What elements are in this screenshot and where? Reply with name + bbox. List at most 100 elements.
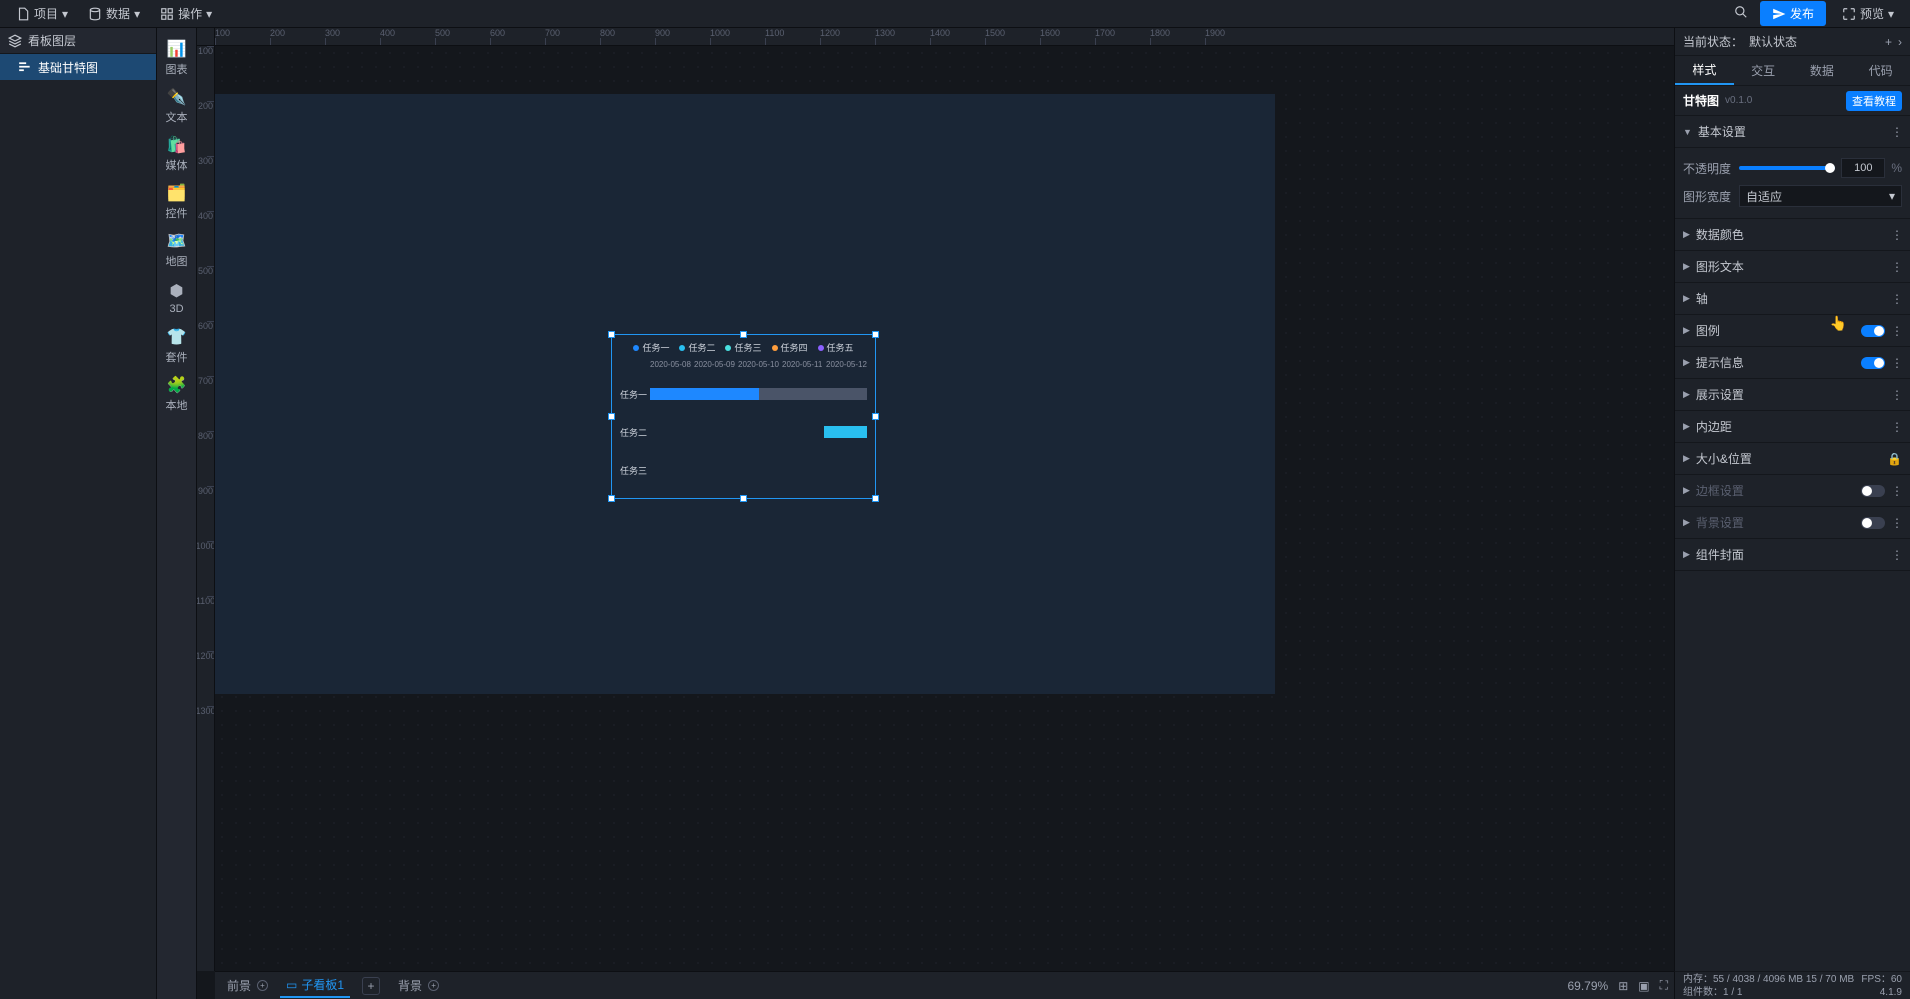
search-icon bbox=[1734, 5, 1748, 19]
gantt-legend: 任务一任务二任务三任务四任务五 bbox=[620, 341, 867, 354]
tutorial-button[interactable]: 查看教程 bbox=[1846, 91, 1902, 111]
actual-size-icon[interactable]: ⛶ bbox=[1660, 978, 1668, 993]
preview-button[interactable]: 预览 ▾ bbox=[1834, 1, 1902, 26]
more-icon[interactable]: ⋮ bbox=[1891, 260, 1902, 274]
opacity-input[interactable] bbox=[1841, 158, 1885, 178]
property-sections: ▼ 基本设置 ⋮ 不透明度 % 图形宽度 自适应 ▾ bbox=[1675, 116, 1910, 999]
layer-item-gantt[interactable]: 基础甘特图 bbox=[0, 54, 156, 80]
selection-box[interactable]: 任务一任务二任务三任务四任务五 2020-05-082020-05-092020… bbox=[611, 334, 876, 499]
caret-right-icon: ▶ bbox=[1683, 389, 1690, 400]
more-icon[interactable]: ⋮ bbox=[1891, 484, 1902, 498]
section-tooltip[interactable]: ▶提示信息⋮ bbox=[1675, 347, 1910, 379]
layer-panel-header[interactable]: 看板图层 bbox=[0, 28, 156, 54]
data-label: 数据 bbox=[106, 5, 130, 22]
iconbar-text[interactable]: ✒️文本 bbox=[157, 82, 197, 130]
gantt-icon bbox=[18, 60, 32, 74]
section-border[interactable]: ▶边框设置⋮ bbox=[1675, 475, 1910, 507]
caret-right-icon: ▶ bbox=[1683, 357, 1690, 368]
search-button[interactable] bbox=[1730, 1, 1752, 26]
lock-icon[interactable]: 🔒 bbox=[1887, 452, 1902, 466]
gantt-chart: 任务一任务二任务三任务四任务五 2020-05-082020-05-092020… bbox=[612, 335, 875, 498]
component-icon-bar: 📊图表 ✒️文本 🛍️媒体 🗂️控件 🗺️地图 ⬢3D 👕套件 🧩本地 bbox=[157, 28, 197, 999]
tab-interaction[interactable]: 交互 bbox=[1734, 56, 1793, 85]
tooltip-toggle[interactable] bbox=[1861, 357, 1885, 369]
section-graphtext[interactable]: ▶图形文本⋮ bbox=[1675, 251, 1910, 283]
canvas-viewport[interactable]: 任务一任务二任务三任务四任务五 2020-05-082020-05-092020… bbox=[215, 46, 1674, 971]
state-label: 当前状态： bbox=[1683, 33, 1743, 50]
bottom-tab-bar: 前景+ ▭子看板1 + 背景+ 69.79% ⊞ ▣ ⛶ bbox=[215, 971, 1674, 999]
layer-panel: 看板图层 基础甘特图 bbox=[0, 28, 157, 999]
more-icon[interactable]: ⋮ bbox=[1891, 420, 1902, 434]
project-menu[interactable]: 项目 ▾ bbox=[8, 2, 76, 25]
section-datacolor[interactable]: ▶数据颜色⋮ bbox=[1675, 219, 1910, 251]
chevron-right-icon[interactable]: › bbox=[1898, 35, 1902, 49]
section-legend[interactable]: ▶图例⋮ bbox=[1675, 315, 1910, 347]
iconbar-3d[interactable]: ⬢3D bbox=[157, 274, 197, 322]
width-select[interactable]: 自适应 ▾ bbox=[1739, 185, 1902, 207]
legend-toggle[interactable] bbox=[1861, 325, 1885, 337]
bg-toggle[interactable] bbox=[1861, 517, 1885, 529]
cube-icon: ⬢ bbox=[170, 281, 184, 301]
media-icon: 🛍️ bbox=[167, 135, 187, 155]
tab-data[interactable]: 数据 bbox=[1793, 56, 1852, 85]
fit-screen-icon[interactable]: ▣ bbox=[1638, 979, 1649, 993]
more-icon[interactable]: ⋮ bbox=[1891, 228, 1902, 242]
tab-style[interactable]: 样式 bbox=[1675, 56, 1734, 85]
caret-right-icon: ▶ bbox=[1683, 229, 1690, 240]
board-icon: ▭ bbox=[286, 978, 297, 992]
fit-width-icon[interactable]: ⊞ bbox=[1618, 979, 1628, 993]
file-icon bbox=[16, 7, 30, 21]
more-icon[interactable]: ⋮ bbox=[1891, 516, 1902, 530]
section-cover[interactable]: ▶组件封面⋮ bbox=[1675, 539, 1910, 571]
iconbar-media[interactable]: 🛍️媒体 bbox=[157, 130, 197, 178]
section-padding[interactable]: ▶内边距⋮ bbox=[1675, 411, 1910, 443]
layer-item-label: 基础甘特图 bbox=[38, 59, 98, 76]
tab-foreground[interactable]: 前景+ bbox=[221, 974, 274, 997]
status-bar: 内存：55 / 4038 / 4096 MB 15 / 70 MB FPS：60… bbox=[1674, 971, 1910, 999]
section-basic[interactable]: ▼ 基本设置 ⋮ bbox=[1675, 116, 1910, 148]
iconbar-chart[interactable]: 📊图表 bbox=[157, 34, 197, 82]
caret-right-icon: ▶ bbox=[1683, 549, 1690, 560]
section-display[interactable]: ▶展示设置⋮ bbox=[1675, 379, 1910, 411]
section-axis[interactable]: ▶轴⋮ bbox=[1675, 283, 1910, 315]
data-menu[interactable]: 数据 ▾ bbox=[80, 2, 148, 25]
border-toggle[interactable] bbox=[1861, 485, 1885, 497]
more-icon[interactable]: ⋮ bbox=[1891, 125, 1902, 139]
add-circle-icon[interactable]: + bbox=[257, 980, 268, 991]
chevron-down-icon: ▾ bbox=[62, 7, 68, 21]
layer-header-label: 看板图层 bbox=[28, 32, 76, 49]
caret-right-icon: ▶ bbox=[1683, 261, 1690, 272]
more-icon[interactable]: ⋮ bbox=[1891, 388, 1902, 402]
more-icon[interactable]: ⋮ bbox=[1891, 324, 1902, 338]
top-right-group: 发布 预览 ▾ bbox=[1730, 1, 1902, 26]
more-icon[interactable]: ⋮ bbox=[1891, 292, 1902, 306]
opacity-slider[interactable] bbox=[1739, 166, 1835, 170]
section-sizepos[interactable]: ▶大小&位置🔒 bbox=[1675, 443, 1910, 475]
add-tab-button[interactable]: + bbox=[362, 977, 380, 995]
ruler-vertical[interactable]: 1002003004005006007008009001000110012001… bbox=[197, 46, 215, 971]
operation-menu[interactable]: 操作 ▾ bbox=[152, 2, 220, 25]
tab-code[interactable]: 代码 bbox=[1851, 56, 1910, 85]
caret-right-icon: ▶ bbox=[1683, 517, 1690, 528]
component-version: v0.1.0 bbox=[1725, 95, 1752, 106]
more-icon[interactable]: ⋮ bbox=[1891, 548, 1902, 562]
iconbar-control[interactable]: 🗂️控件 bbox=[157, 178, 197, 226]
send-icon bbox=[1772, 7, 1786, 21]
add-state-button[interactable]: + bbox=[1885, 35, 1892, 49]
slider-thumb[interactable] bbox=[1825, 163, 1835, 173]
tab-background[interactable]: 背景+ bbox=[392, 974, 445, 997]
chevron-down-icon: ▾ bbox=[1889, 189, 1895, 203]
chevron-down-icon: ▾ bbox=[134, 7, 140, 21]
add-circle-icon[interactable]: + bbox=[428, 980, 439, 991]
width-row: 图形宽度 自适应 ▾ bbox=[1683, 182, 1902, 210]
tab-subboard[interactable]: ▭子看板1 bbox=[280, 973, 350, 998]
iconbar-kit[interactable]: 👕套件 bbox=[157, 322, 197, 370]
ruler-horizontal[interactable]: 1002003004005006007008009001000110012001… bbox=[215, 28, 1674, 46]
iconbar-map[interactable]: 🗺️地图 bbox=[157, 226, 197, 274]
iconbar-local[interactable]: 🧩本地 bbox=[157, 370, 197, 418]
more-icon[interactable]: ⋮ bbox=[1891, 356, 1902, 370]
state-row: 当前状态： 默认状态 + › bbox=[1675, 28, 1910, 56]
publish-button[interactable]: 发布 bbox=[1760, 1, 1826, 26]
caret-right-icon: ▶ bbox=[1683, 325, 1690, 336]
section-bg[interactable]: ▶背景设置⋮ bbox=[1675, 507, 1910, 539]
